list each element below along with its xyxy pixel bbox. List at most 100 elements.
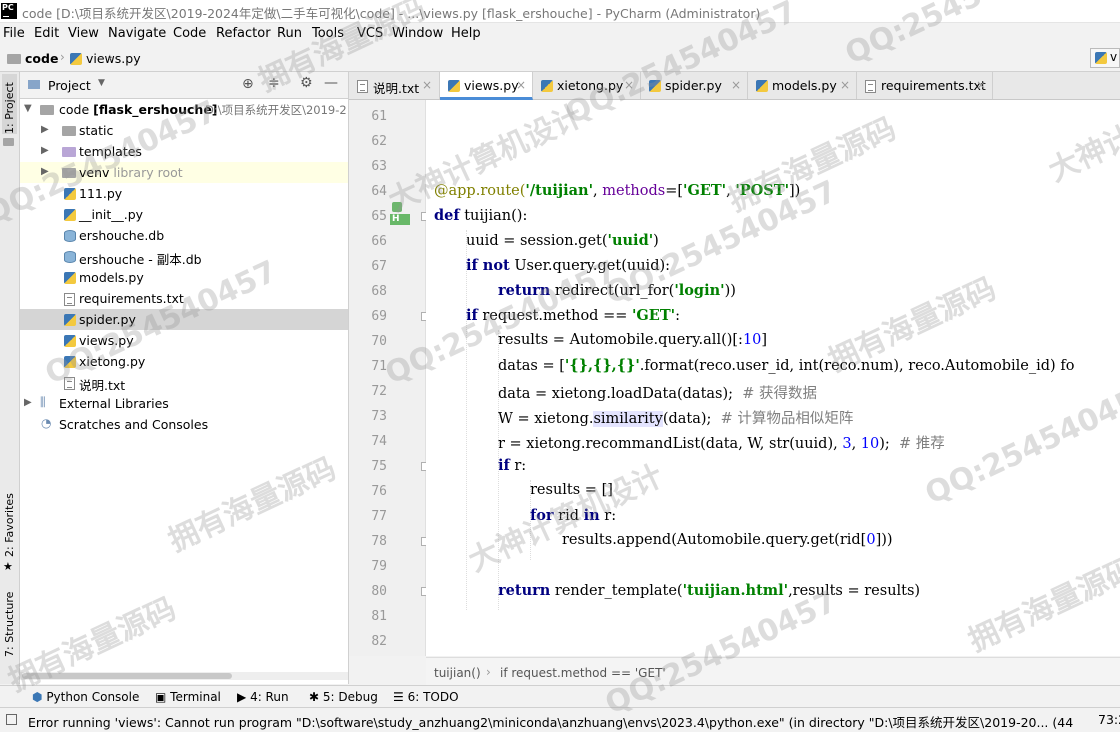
chevron-right-icon: › bbox=[60, 50, 65, 64]
tab-spider-py[interactable]: spider.py × bbox=[641, 72, 748, 99]
tree-item[interactable]: 说明.txt bbox=[20, 372, 348, 393]
status-toggle-icon[interactable] bbox=[6, 714, 17, 725]
menu-vcs[interactable]: VCS bbox=[357, 26, 383, 41]
tree-item[interactable]: ▶ static bbox=[20, 120, 348, 141]
stripe-favorites-label[interactable]: 2: Favorites bbox=[3, 493, 16, 557]
expand-arrow-icon[interactable]: ▶ bbox=[24, 397, 32, 408]
folder-icon bbox=[40, 105, 54, 115]
menu-file[interactable]: File bbox=[3, 26, 25, 41]
tree-root-path: D:\项目系统开发区\2019-2 bbox=[205, 103, 347, 117]
tree-item[interactable]: views.py bbox=[20, 330, 348, 351]
todo-button[interactable]: ☰ 6: TODO bbox=[393, 690, 459, 704]
close-icon[interactable]: × bbox=[624, 78, 634, 92]
debug-button[interactable]: ✱ 5: Debug bbox=[309, 690, 378, 704]
tree-root-label: code [flask_ershouche] bbox=[59, 102, 218, 117]
code-line-71: datas = ['{},{},{}'.format(reco.user_id,… bbox=[498, 357, 1075, 374]
editor-breadcrumb: tuijian() › if request.method == 'GET' bbox=[426, 657, 1120, 685]
stripe-structure-label[interactable]: 7: Structure bbox=[3, 592, 16, 657]
menu-bar: File Edit View Navigate Code Refactor Ru… bbox=[0, 23, 1120, 45]
scrollbar-thumb[interactable] bbox=[22, 673, 232, 679]
menu-window[interactable]: Window bbox=[392, 26, 443, 41]
tree-item-label: spider.py bbox=[79, 312, 136, 327]
menu-view[interactable]: View bbox=[68, 26, 99, 41]
tree-item[interactable]: ▶ templates bbox=[20, 141, 348, 162]
menu-refactor[interactable]: Refactor bbox=[216, 26, 271, 41]
project-view-icon bbox=[28, 80, 40, 89]
close-icon[interactable]: × bbox=[422, 78, 432, 92]
run-config-label: v bbox=[1110, 50, 1118, 64]
hide-panel-icon[interactable]: — bbox=[324, 75, 338, 91]
nav-crumb-file[interactable]: views.py bbox=[86, 51, 141, 66]
nav-crumb-code[interactable]: code bbox=[25, 51, 58, 66]
locate-file-icon[interactable]: ⊕ bbox=[242, 76, 254, 92]
gear-icon[interactable]: ⚙ bbox=[300, 75, 313, 91]
close-icon[interactable]: × bbox=[731, 78, 741, 92]
expand-arrow-icon[interactable]: ▶ bbox=[41, 124, 49, 135]
line-number: 79 bbox=[371, 559, 387, 574]
tree-external-libraries[interactable]: ▶ ⫼ External Libraries bbox=[20, 393, 348, 414]
tab-label: views.py bbox=[464, 78, 519, 93]
horizontal-scrollbar[interactable] bbox=[20, 672, 348, 680]
expand-arrow-icon[interactable]: ▶ bbox=[41, 145, 49, 156]
tree-item[interactable]: ershouche.db bbox=[20, 225, 348, 246]
menu-run[interactable]: Run bbox=[277, 26, 302, 41]
tree-item[interactable]: requirements.txt bbox=[20, 288, 348, 309]
breadcrumb-if-block[interactable]: if request.method == 'GET' bbox=[500, 666, 666, 680]
run-config-selector[interactable]: v bbox=[1090, 48, 1120, 68]
tab-label: spider.py bbox=[665, 78, 722, 93]
tab-models-py[interactable]: models.py × bbox=[748, 72, 857, 99]
line-number: 61 bbox=[371, 109, 387, 124]
menu-help[interactable]: Help bbox=[451, 26, 481, 41]
project-panel: Project ▼ ⊕ ≑ ⚙ — ▼ code [flask_ershouch… bbox=[20, 72, 349, 684]
chevron-down-icon[interactable]: ▼ bbox=[98, 78, 105, 88]
python-file-icon bbox=[756, 80, 768, 92]
tree-item-label: ershouche.db bbox=[79, 228, 165, 243]
project-view-title[interactable]: Project bbox=[48, 78, 91, 93]
expand-arrow-icon[interactable]: ▼ bbox=[24, 103, 32, 114]
close-icon[interactable]: × bbox=[840, 78, 850, 92]
tree-item[interactable]: models.py bbox=[20, 267, 348, 288]
menu-code[interactable]: Code bbox=[173, 26, 206, 41]
tab-xietong-py[interactable]: xietong.py × bbox=[533, 72, 641, 99]
tab-views-py[interactable]: views.py × bbox=[440, 72, 533, 100]
terminal-button[interactable]: ▣ Terminal bbox=[155, 690, 221, 704]
tree-item[interactable]: 111.py bbox=[20, 183, 348, 204]
tree-item[interactable]: ▶ venv library root bbox=[20, 162, 348, 183]
stripe-project-label[interactable]: 1: Project bbox=[3, 82, 16, 134]
line-number: 63 bbox=[371, 159, 387, 174]
code-editor[interactable]: @app.route('/tuijian', methods=['GET', '… bbox=[426, 100, 1120, 656]
status-message[interactable]: Error running 'views': Cannot run progra… bbox=[28, 712, 1078, 731]
route-gutter-icon[interactable]: H bbox=[390, 202, 410, 226]
python-file-icon bbox=[64, 188, 76, 200]
python-file-icon bbox=[541, 80, 553, 92]
collapse-all-icon[interactable]: ≑ bbox=[268, 75, 280, 91]
code-line-78: results.append(Automobile.query.get(rid[… bbox=[562, 532, 893, 548]
line-number: 69 bbox=[371, 309, 387, 324]
close-icon[interactable]: × bbox=[976, 78, 986, 92]
navigation-bar: code › views.py › v bbox=[0, 46, 1120, 72]
code-line-69: if request.method == 'GET': bbox=[466, 307, 680, 324]
close-icon[interactable]: × bbox=[516, 78, 526, 92]
tree-item[interactable]: __init__.py bbox=[20, 204, 348, 225]
tree-item[interactable]: ershouche - 副本.db bbox=[20, 246, 348, 267]
python-file-icon bbox=[64, 209, 76, 221]
menu-navigate[interactable]: Navigate bbox=[108, 26, 166, 41]
line-number: 76 bbox=[371, 484, 387, 499]
expand-arrow-icon[interactable]: ▶ bbox=[41, 166, 49, 177]
menu-tools[interactable]: Tools bbox=[312, 26, 344, 41]
tree-item-label: xietong.py bbox=[79, 354, 146, 369]
tab-requirements-txt[interactable]: requirements.txt × bbox=[857, 72, 993, 99]
run-button[interactable]: ▶ 4: Run bbox=[237, 690, 289, 704]
python-console-button[interactable]: ⬢ Python Console bbox=[32, 690, 139, 704]
pycharm-logo-icon: PC bbox=[1, 3, 17, 19]
breadcrumb-function[interactable]: tuijian() bbox=[434, 666, 481, 680]
menu-edit[interactable]: Edit bbox=[34, 26, 59, 41]
tree-item[interactable]: xietong.py bbox=[20, 351, 348, 372]
tree-item-selected[interactable]: spider.py bbox=[20, 309, 348, 330]
text-file-icon bbox=[64, 377, 75, 390]
tab-shuoming-txt[interactable]: 说明.txt × bbox=[349, 72, 440, 99]
tree-root-row[interactable]: ▼ code [flask_ershouche] D:\项目系统开发区\2019… bbox=[20, 99, 348, 120]
tree-scratches[interactable]: ◔ Scratches and Consoles bbox=[20, 414, 348, 435]
code-line-70: results = Automobile.query.all()[:10] bbox=[498, 332, 768, 348]
caret-position[interactable]: 73:2 bbox=[1098, 712, 1120, 727]
